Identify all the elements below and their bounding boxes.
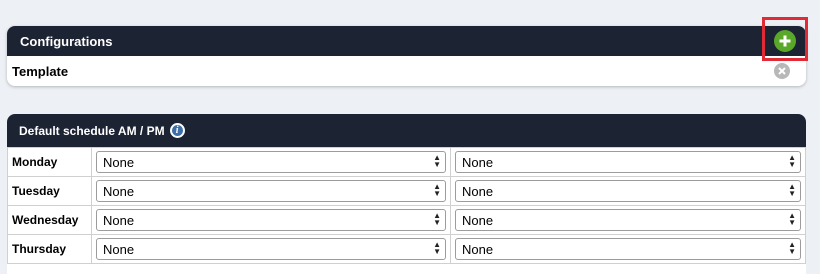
remove-configuration-button[interactable] bbox=[774, 63, 790, 79]
day-label: Thursday bbox=[7, 234, 92, 264]
schedule-table: Monday None ▲ ▼ None ▲ ▼ Tuesday None ▲ ▼ None ▲ ▼ Wed… bbox=[7, 147, 806, 264]
pm-select-value: None bbox=[462, 154, 494, 170]
pm-select[interactable]: None ▲ ▼ bbox=[455, 209, 801, 231]
pm-cell: None ▲ ▼ bbox=[450, 234, 806, 264]
default-schedule-header: Default schedule AM / PM i bbox=[7, 114, 806, 147]
am-select-value: None bbox=[103, 154, 135, 170]
am-cell: None ▲ ▼ bbox=[91, 234, 451, 264]
select-arrows-icon: ▲ ▼ bbox=[433, 211, 441, 227]
pm-select-value: None bbox=[462, 241, 494, 257]
pm-select[interactable]: None ▲ ▼ bbox=[455, 180, 801, 202]
select-arrows-icon: ▲ ▼ bbox=[788, 211, 796, 227]
pm-select-value: None bbox=[462, 212, 494, 228]
pm-cell: None ▲ ▼ bbox=[450, 176, 806, 206]
pm-select[interactable]: None ▲ ▼ bbox=[455, 151, 801, 173]
pm-select[interactable]: None ▲ ▼ bbox=[455, 238, 801, 260]
pm-select-value: None bbox=[462, 183, 494, 199]
select-arrows-icon: ▲ ▼ bbox=[788, 240, 796, 256]
am-select-value: None bbox=[103, 212, 135, 228]
am-select-value: None bbox=[103, 183, 135, 199]
configurations-title: Configurations bbox=[20, 33, 113, 49]
remove-x-icon bbox=[778, 67, 786, 75]
configuration-item-label: Template bbox=[12, 63, 69, 79]
schedule-row: Wednesday None ▲ ▼ None ▲ ▼ bbox=[7, 205, 806, 235]
select-arrows-icon: ▲ ▼ bbox=[433, 240, 441, 256]
info-icon[interactable]: i bbox=[169, 123, 185, 138]
select-arrows-icon: ▲ ▼ bbox=[788, 153, 796, 169]
pm-cell: None ▲ ▼ bbox=[450, 147, 806, 177]
schedule-row: Thursday None ▲ ▼ None ▲ ▼ bbox=[7, 234, 806, 264]
am-select[interactable]: None ▲ ▼ bbox=[96, 209, 446, 231]
am-select[interactable]: None ▲ ▼ bbox=[96, 238, 446, 260]
select-arrows-icon: ▲ ▼ bbox=[433, 182, 441, 198]
am-cell: None ▲ ▼ bbox=[91, 176, 451, 206]
default-schedule-panel: Default schedule AM / PM i Monday None ▲ ▼ N… bbox=[7, 114, 806, 274]
default-schedule-title: Default schedule AM / PM bbox=[19, 123, 165, 138]
configurations-panel: Configurations Template bbox=[7, 26, 806, 86]
configuration-item[interactable]: Template bbox=[7, 56, 806, 86]
schedule-row: Tuesday None ▲ ▼ None ▲ ▼ bbox=[7, 176, 806, 206]
day-label: Wednesday bbox=[7, 205, 92, 235]
am-select-value: None bbox=[103, 241, 135, 257]
select-arrows-icon: ▲ ▼ bbox=[788, 182, 796, 198]
am-select[interactable]: None ▲ ▼ bbox=[96, 151, 446, 173]
highlight-box bbox=[762, 17, 808, 61]
select-arrows-icon: ▲ ▼ bbox=[433, 153, 441, 169]
pm-cell: None ▲ ▼ bbox=[450, 205, 806, 235]
am-select[interactable]: None ▲ ▼ bbox=[96, 180, 446, 202]
day-label: Monday bbox=[7, 147, 92, 177]
configurations-header: Configurations bbox=[7, 26, 806, 56]
day-label: Tuesday bbox=[7, 176, 92, 206]
schedule-row: Monday None ▲ ▼ None ▲ ▼ bbox=[7, 147, 806, 177]
am-cell: None ▲ ▼ bbox=[91, 205, 451, 235]
am-cell: None ▲ ▼ bbox=[91, 147, 451, 177]
